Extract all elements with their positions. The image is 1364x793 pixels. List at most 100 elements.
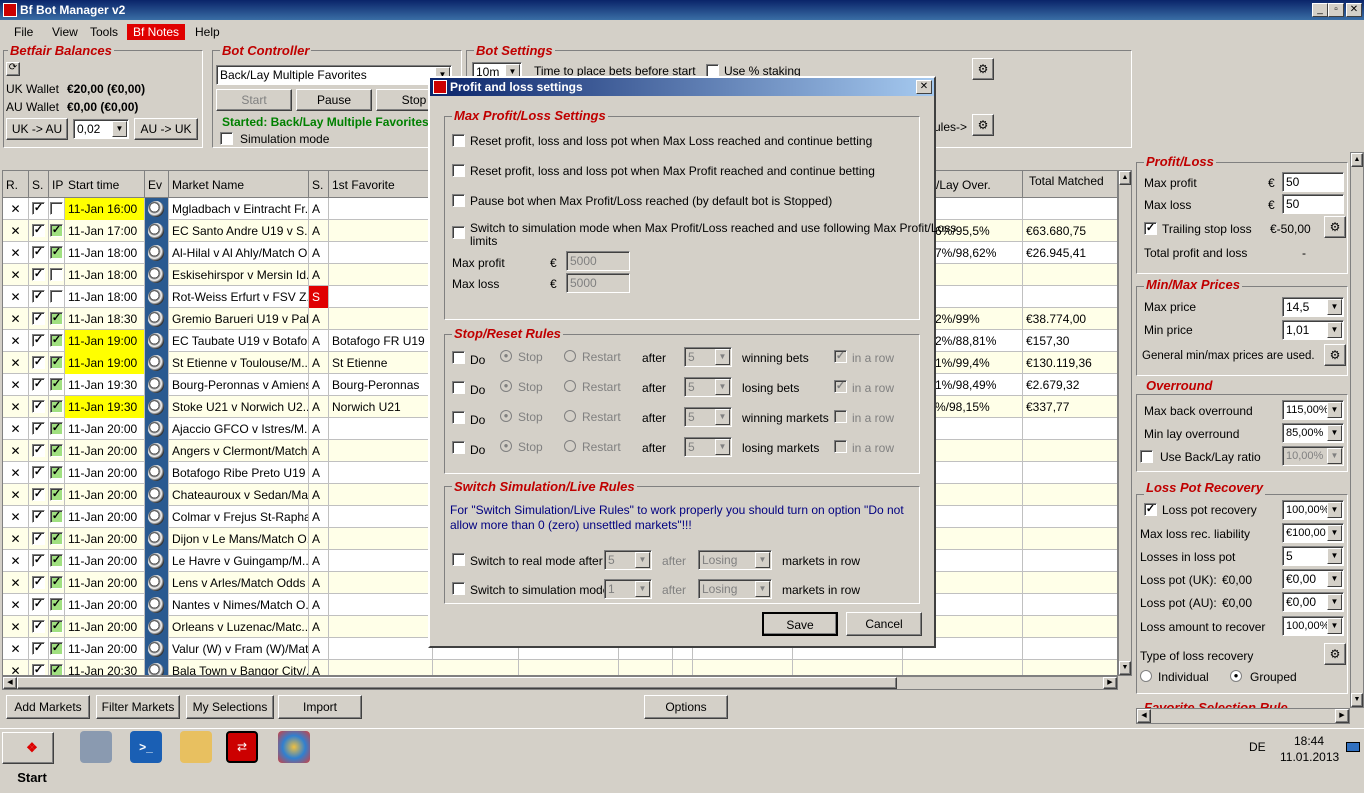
save-button[interactable]: Save — [762, 612, 838, 636]
select-checkbox[interactable]: ✓ — [32, 554, 45, 567]
rule-in-row-checkbox[interactable] — [834, 410, 847, 423]
simulation-mode-checkbox[interactable] — [220, 132, 233, 145]
max-price-select[interactable]: 14,5 ▼ — [1282, 297, 1344, 317]
start-button[interactable]: Start — [216, 89, 292, 111]
refresh-icon[interactable]: ⟳ — [6, 62, 20, 76]
ratio-select[interactable]: 10,00% ▼ — [1282, 446, 1344, 466]
dialog-max-loss-input[interactable]: 5000 — [566, 273, 630, 293]
market-name-cell[interactable]: Lens v Arles/Match Odds — [169, 572, 309, 594]
market-name-cell[interactable]: Bourg-Peronnas v Amiens... — [169, 374, 309, 396]
select-checkbox[interactable]: ✓ — [32, 356, 45, 369]
strategy-select[interactable]: Back/Lay Multiple Favorites ▼ — [216, 65, 452, 85]
amount-recover-select[interactable]: 100,00% ▼ — [1282, 616, 1344, 636]
scroll-right-icon[interactable]: ▶ — [1335, 709, 1349, 723]
max-loss-input[interactable]: 50 — [1282, 194, 1344, 214]
rule-in-row-checkbox[interactable]: ✓ — [834, 350, 847, 363]
inplay-checkbox[interactable]: ✓ — [50, 444, 63, 457]
rule-do-checkbox[interactable] — [452, 411, 465, 424]
select-checkbox[interactable]: ✓ — [32, 378, 45, 391]
rule-do-checkbox[interactable] — [452, 381, 465, 394]
remove-icon[interactable]: ✕ — [3, 220, 29, 242]
right-panel-vscrollbar[interactable]: ▲ ▼ — [1350, 152, 1364, 708]
table-row[interactable]: ✕ ✓ ✓ 11-Jan 20:30 Bala Town v Bangor City/.… — [3, 660, 1117, 675]
col-header-s[interactable]: S. — [29, 171, 49, 198]
remove-icon[interactable]: ✕ — [3, 198, 29, 220]
trailing-stop-checkbox[interactable]: ✓ — [1144, 222, 1157, 235]
inplay-checkbox[interactable]: ✓ — [50, 334, 63, 347]
select-checkbox[interactable]: ✓ — [32, 334, 45, 347]
inplay-checkbox[interactable]: ✓ — [50, 642, 63, 655]
menu-view[interactable]: View — [46, 24, 84, 40]
inplay-checkbox[interactable]: ✓ — [50, 400, 63, 413]
select-checkbox[interactable]: ✓ — [32, 224, 45, 237]
rule-in-row-checkbox[interactable] — [834, 440, 847, 453]
col-header-1st-favorite[interactable]: 1st Favorite — [329, 171, 433, 198]
col-header-lay-over[interactable]: /Lay Over. — [933, 171, 1023, 198]
use-ratio-checkbox[interactable] — [1140, 450, 1153, 463]
options-button[interactable]: Options — [644, 695, 728, 719]
transfer-amount-select[interactable]: 0,02 ▼ — [73, 119, 129, 139]
remove-icon[interactable]: ✕ — [3, 594, 29, 616]
min-price-select[interactable]: 1,01 ▼ — [1282, 320, 1344, 340]
select-checkbox[interactable]: ✓ — [32, 290, 45, 303]
gear-icon[interactable]: ⚙ — [972, 58, 994, 80]
menu-file[interactable]: File — [8, 24, 39, 40]
switch-real-checkbox[interactable] — [452, 553, 465, 566]
computer-icon[interactable] — [80, 731, 112, 763]
remove-icon[interactable]: ✕ — [3, 440, 29, 462]
remove-icon[interactable]: ✕ — [3, 330, 29, 352]
max-profit-input[interactable]: 50 — [1282, 172, 1344, 192]
market-name-cell[interactable]: Orleans v Luzenac/Matc... — [169, 616, 309, 638]
market-name-cell[interactable]: St Etienne v Toulouse/M... — [169, 352, 309, 374]
switch-real-count-select[interactable]: 5 ▼ — [604, 550, 652, 570]
dialog-max-profit-input[interactable]: 5000 — [566, 251, 630, 271]
rule-count-select[interactable]: 5 ▼ — [684, 407, 732, 427]
market-name-cell[interactable]: Colmar v Frejus St-Rapha... — [169, 506, 309, 528]
start-button-taskbar[interactable]: ❖ Start — [2, 732, 54, 785]
inplay-checkbox[interactable]: ✓ — [50, 488, 63, 501]
inplay-checkbox[interactable]: ✓ — [50, 378, 63, 391]
market-name-cell[interactable]: Eskisehirspor v Mersin Id... — [169, 264, 309, 286]
select-checkbox[interactable]: ✓ — [32, 488, 45, 501]
select-checkbox[interactable]: ✓ — [32, 202, 45, 215]
market-name-cell[interactable]: Chateauroux v Sedan/Ma... — [169, 484, 309, 506]
close-window-button[interactable]: ✕ — [1346, 3, 1362, 17]
remove-icon[interactable]: ✕ — [3, 374, 29, 396]
inplay-checkbox[interactable]: ✓ — [50, 576, 63, 589]
inplay-checkbox[interactable]: ✓ — [50, 422, 63, 435]
rule-do-checkbox[interactable] — [452, 441, 465, 454]
remove-icon[interactable]: ✕ — [3, 352, 29, 374]
cancel-button[interactable]: Cancel — [846, 612, 922, 636]
dialog-close-button[interactable]: ✕ — [916, 80, 932, 94]
rule-restart-radio[interactable] — [564, 440, 576, 452]
my-selections-button[interactable]: My Selections — [186, 695, 274, 719]
gear-icon[interactable]: ⚙ — [1324, 216, 1346, 238]
inplay-checkbox[interactable] — [50, 290, 63, 303]
select-checkbox[interactable]: ✓ — [32, 268, 45, 281]
language-indicator[interactable]: DE — [1249, 740, 1266, 754]
remove-icon[interactable]: ✕ — [3, 308, 29, 330]
remove-icon[interactable]: ✕ — [3, 572, 29, 594]
scroll-up-icon[interactable]: ▲ — [1351, 153, 1363, 167]
market-name-cell[interactable]: Ajaccio GFCO v Istres/M... — [169, 418, 309, 440]
inplay-checkbox[interactable]: ✓ — [50, 246, 63, 259]
rule-stop-radio[interactable]: ● — [500, 380, 512, 392]
gear-icon[interactable]: ⚙ — [972, 114, 994, 136]
select-checkbox[interactable]: ✓ — [32, 576, 45, 589]
select-checkbox[interactable]: ✓ — [32, 466, 45, 479]
scroll-right-icon[interactable]: ▶ — [1103, 677, 1117, 689]
switch-sim-count-select[interactable]: 1 ▼ — [604, 579, 652, 599]
market-name-cell[interactable]: Al-Hilal v Al Ahly/Match O... — [169, 242, 309, 264]
individual-radio[interactable] — [1140, 670, 1152, 682]
folder-icon[interactable] — [180, 731, 212, 763]
inplay-checkbox[interactable]: ✓ — [50, 598, 63, 611]
switch-sim-checkbox[interactable] — [452, 582, 465, 595]
select-checkbox[interactable]: ✓ — [32, 664, 45, 675]
market-name-cell[interactable]: Le Havre v Guingamp/M... — [169, 550, 309, 572]
right-panel-hscrollbar[interactable]: ◀ ▶ — [1136, 708, 1350, 724]
reset-on-max-loss-checkbox[interactable] — [452, 134, 465, 147]
market-name-cell[interactable]: Dijon v Le Mans/Match O... — [169, 528, 309, 550]
rule-restart-radio[interactable] — [564, 350, 576, 362]
rule-count-select[interactable]: 5 ▼ — [684, 347, 732, 367]
remove-icon[interactable]: ✕ — [3, 550, 29, 572]
